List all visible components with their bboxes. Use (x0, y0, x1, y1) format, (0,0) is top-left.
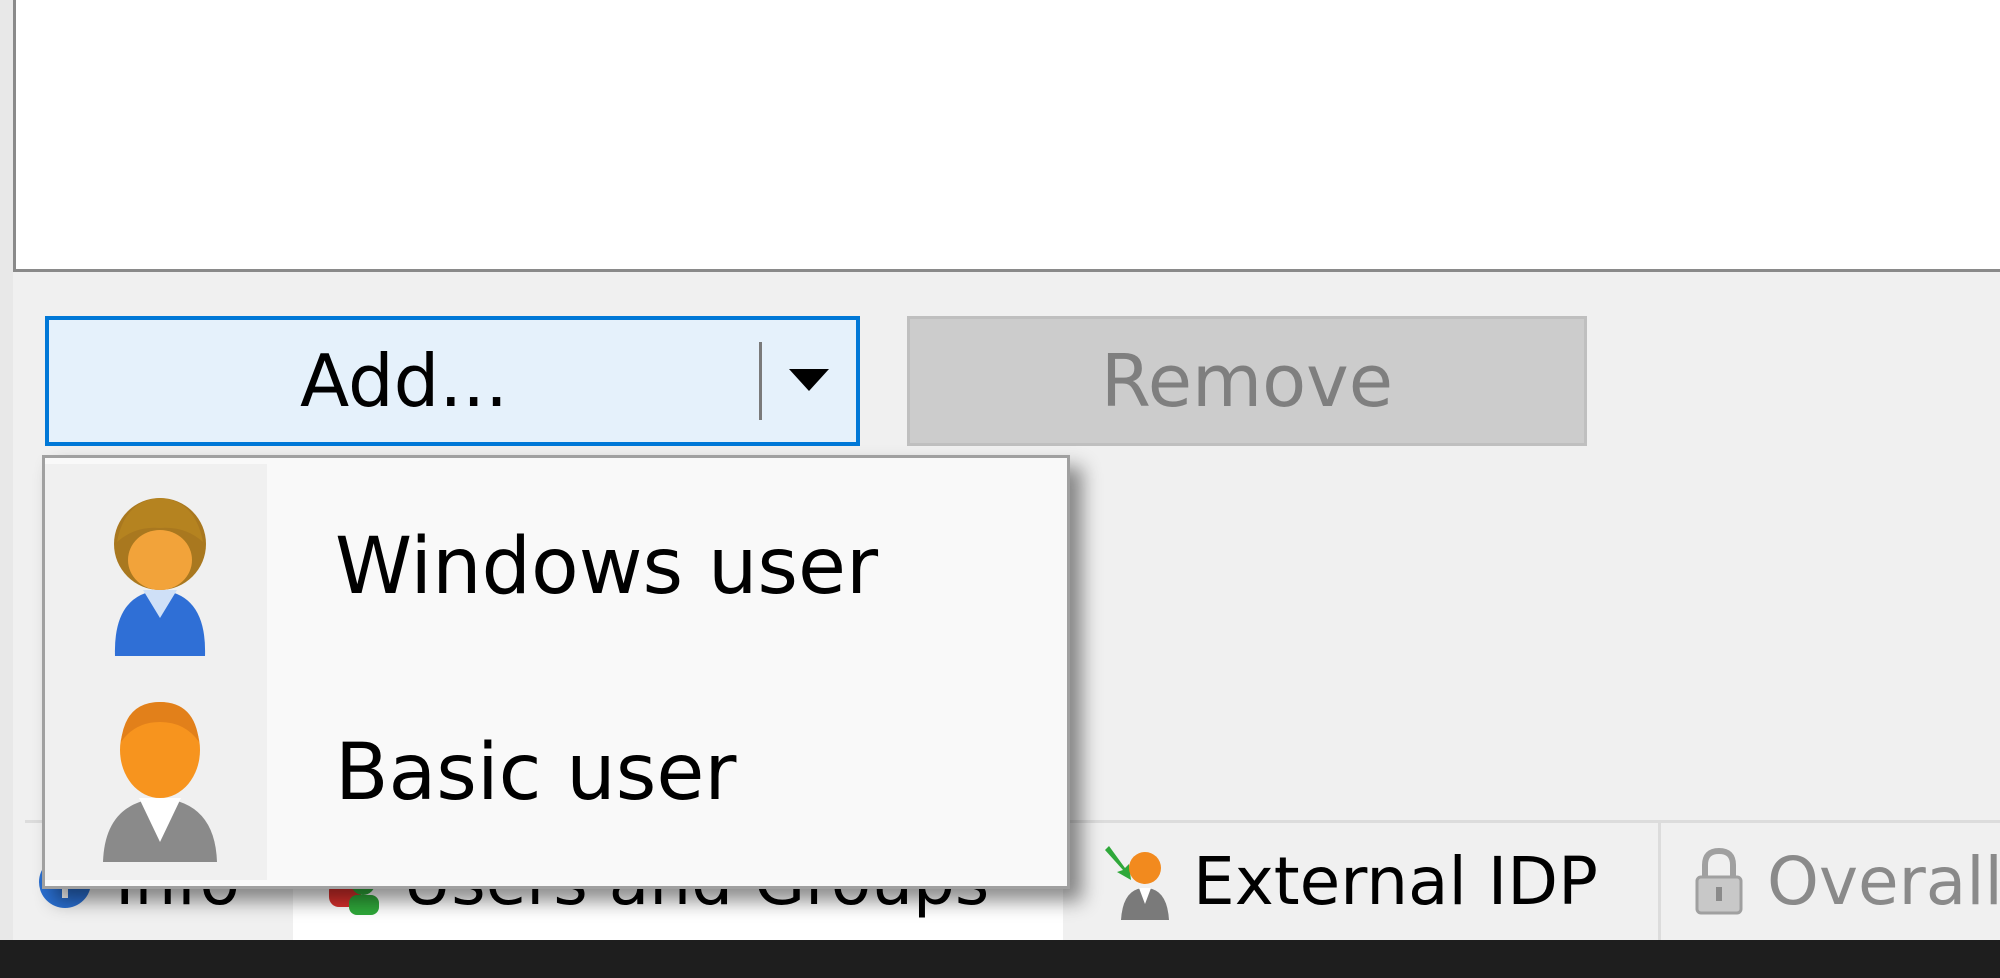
window-bottom-edge (0, 940, 2000, 978)
basic-user-icon (95, 692, 225, 862)
tab-overall[interactable]: Overall (1658, 823, 2000, 940)
tab-external-idp-label: External IDP (1193, 843, 1598, 920)
tab-overall-label: Overall (1767, 843, 2000, 920)
menu-item-windows-user[interactable]: Windows user (45, 464, 1067, 669)
lock-icon (1691, 847, 1747, 917)
windows-user-icon (95, 486, 225, 656)
external-idp-icon (1103, 842, 1173, 922)
add-split-button[interactable]: Add... (45, 316, 860, 446)
tab-external-idp[interactable]: External IDP (1063, 823, 1658, 940)
chevron-down-icon[interactable] (762, 320, 856, 442)
users-list[interactable] (13, 0, 2000, 272)
add-button-label[interactable]: Add... (49, 320, 759, 442)
menu-item-basic-user[interactable]: Basic user (45, 670, 1067, 875)
remove-button: Remove (907, 316, 1587, 446)
add-dropdown-menu: Windows user Basic user (42, 455, 1070, 889)
menu-item-label: Windows user (335, 521, 879, 612)
window-left-edge (0, 0, 13, 940)
menu-item-label: Basic user (335, 727, 737, 818)
